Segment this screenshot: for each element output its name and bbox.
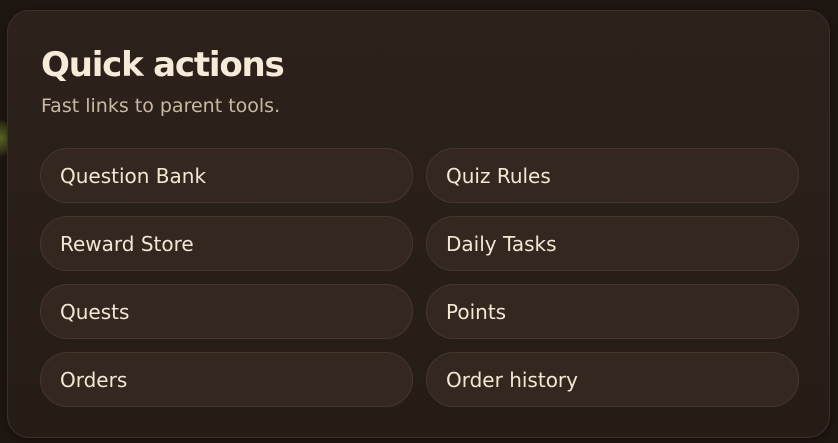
order-history-label: Order history — [446, 367, 578, 392]
card-title: Quick actions — [41, 45, 285, 85]
quests-label: Quests — [60, 299, 130, 324]
question-bank-button[interactable]: Question Bank — [40, 148, 413, 203]
points-label: Points — [446, 299, 507, 324]
daily-tasks-button[interactable]: Daily Tasks — [426, 216, 799, 271]
card-subtitle: Fast links to parent tools. — [41, 95, 281, 117]
points-button[interactable]: Points — [426, 284, 799, 339]
quiz-rules-button[interactable]: Quiz Rules — [426, 148, 799, 203]
orders-label: Orders — [60, 367, 128, 392]
reward-store-label: Reward Store — [60, 231, 194, 256]
quick-actions-card: Quick actions Fast links to parent tools… — [7, 10, 830, 438]
quests-button[interactable]: Quests — [40, 284, 413, 339]
quick-actions-grid: Question Bank Quiz Rules Reward Store Da… — [40, 148, 799, 407]
reward-store-button[interactable]: Reward Store — [40, 216, 413, 271]
quiz-rules-label: Quiz Rules — [446, 163, 551, 188]
order-history-button[interactable]: Order history — [426, 352, 799, 407]
question-bank-label: Question Bank — [60, 163, 207, 188]
daily-tasks-label: Daily Tasks — [446, 231, 557, 256]
orders-button[interactable]: Orders — [40, 352, 413, 407]
